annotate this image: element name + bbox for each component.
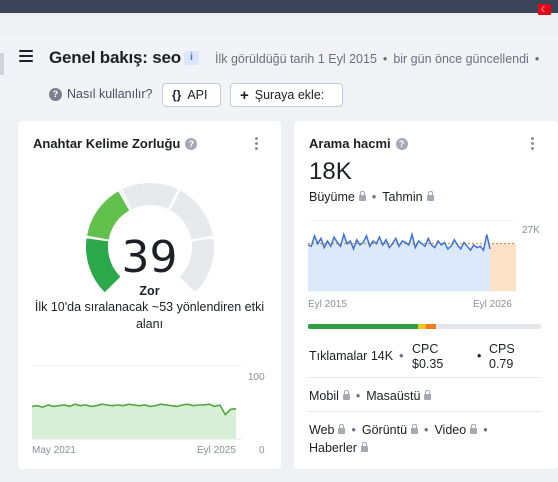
serp-features-row: Web • Görüntü • Video • Haberler [309,423,488,455]
serp-web[interactable]: Web [309,423,334,437]
serp-images[interactable]: Görüntü [362,423,407,437]
plus-icon: + [240,86,249,104]
gauge-segment-track [122,183,178,210]
kd-description: İlk 10'da sıralanacak ~53 yönlendiren et… [34,300,265,331]
sidebar-edge[interactable] [0,53,4,75]
api-button[interactable]: {} API [162,83,221,107]
braces-icon: {} [172,88,182,102]
sv-area-fill [308,234,490,291]
lock-icon [424,390,432,400]
kd-history-chart[interactable] [32,365,242,441]
keyword-difficulty-card: Anahtar Kelime Zorluğu? 39 Zor İlk 10'da… [18,121,281,469]
updated-time: bir gün önce güncellendi [393,52,529,66]
cps-metric: CPS 0.79 [489,342,515,372]
divider [308,411,541,412]
help-icon[interactable]: ? [49,88,62,101]
cps-label: CPS [489,342,515,356]
cps-value: 0.79 [489,357,514,371]
clicks-metric: Tıklamalar 14K • [309,349,404,363]
desktop-label[interactable]: Masaüstü [366,389,420,403]
sv-axis-max: 27K [522,225,540,236]
lock-icon [338,424,346,434]
page-title: Genel bakış: seo [49,48,181,67]
sv-card-title: Arama hacmi? [309,136,408,151]
sv-help-icon[interactable]: ? [395,138,408,150]
growth-forecast-row: Büyüme • Tahmin [309,190,434,204]
sv-x-start: Eyl 2015 [308,299,347,310]
clicks-label: Tıklamalar 14K [309,349,394,363]
kd-help-icon[interactable]: ? [185,138,198,150]
kd-value: 39 [121,232,178,283]
kd-axis-max: 100 [248,372,265,383]
mobile-label[interactable]: Mobil [309,389,339,403]
lock-icon [342,390,350,400]
intent-seg-yellow [418,324,426,329]
cpc-value: $0.35 [412,357,444,371]
turkey-flag-icon[interactable]: ☾ [538,4,551,15]
first-seen-date: İlk görüldüğü tarih 1 Eyl 2015 [215,52,377,66]
lock-icon [470,424,478,434]
api-button-label: API [187,88,208,102]
kd-card-title: Anahtar Kelime Zorluğu? [33,136,198,151]
kd-x-start: May 2021 [32,445,76,456]
kd-axis-min: 0 [259,445,265,456]
kd-level-label: Zor [139,284,160,298]
hamburger-menu-icon[interactable] [19,50,33,62]
intent-bar [308,324,541,329]
serp-video[interactable]: Video [434,423,466,437]
lock-icon [426,191,434,201]
lock-icon [411,424,419,434]
search-volume-value: 18K [309,158,352,185]
search-volume-card: Arama hacmi? 18K Büyüme • Tahmin 27K Eyl 2… [294,121,558,469]
lock-icon [358,191,366,201]
sv-x-end: Eyl 2026 [473,299,512,310]
top-nav-bar: ☾ [0,0,558,23]
cpc-metric: CPC $0.35 [412,342,443,372]
cpc-label: CPC [412,342,439,356]
intent-seg-orange [426,324,436,329]
sv-more-icon[interactable] [531,137,535,152]
how-to-use-link[interactable]: Nasıl kullanılır? [67,87,152,101]
cps-sep: • [477,349,482,363]
serp-news[interactable]: Haberler [309,441,357,455]
kd-x-end: Eyl 2025 [197,445,236,456]
forecast-label[interactable]: Tahmin [382,190,422,204]
add-to-button[interactable]: + Şuraya ekle: [230,83,343,107]
sv-history-chart[interactable] [308,220,516,292]
info-badge[interactable]: i [184,51,199,65]
lock-icon [360,442,368,452]
kd-more-icon[interactable] [255,137,259,152]
growth-label[interactable]: Büyüme [309,190,355,204]
divider [308,377,541,378]
intent-seg-green [308,324,418,329]
page-meta: İlk görüldüğü tarih 1 Eyl 2015 • bir gün ö… [215,52,540,66]
device-row: Mobil • Masaüstü [309,389,432,403]
kd-area-fill [32,404,236,439]
add-to-button-label: Şuraya ekle: [254,88,325,102]
sv-forecast-area [490,243,516,291]
